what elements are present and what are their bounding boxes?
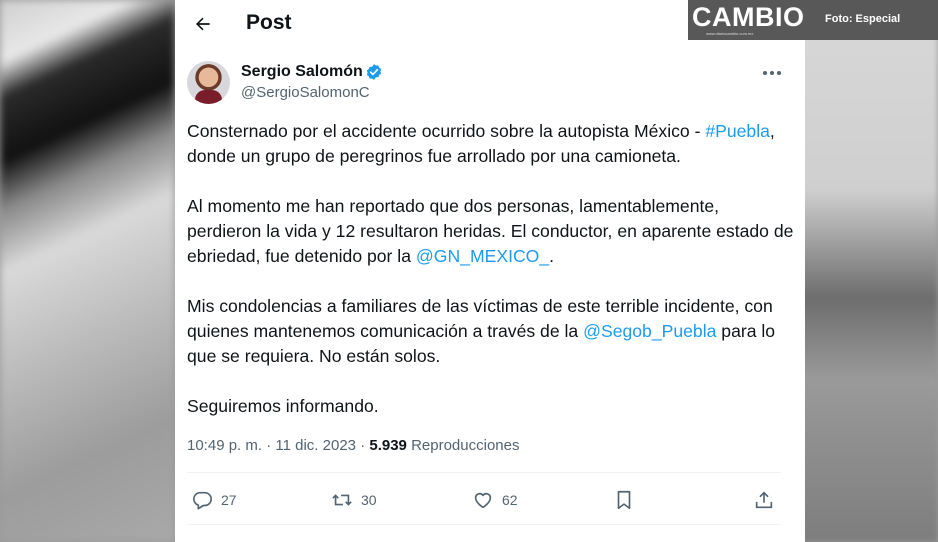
post-paragraph-4: Seguiremos informando.	[187, 396, 379, 416]
repost-icon	[332, 494, 352, 506]
post-paragraph-3: Mis condolencias a familiares de las víc…	[187, 296, 776, 366]
author-handle[interactable]: @SergioSalomonC	[241, 84, 370, 101]
post-card: Post Sergio Salomón @SergioSalomonC Cons…	[175, 0, 805, 542]
like-count: 62	[502, 492, 518, 508]
avatar[interactable]	[187, 61, 230, 104]
divider-bottom	[187, 524, 781, 525]
heart-icon	[474, 492, 492, 509]
reply-button[interactable]: 27	[191, 482, 237, 518]
repost-button[interactable]: 30	[331, 482, 377, 518]
post-text: Consternado por el accidente ocurrido so…	[187, 119, 797, 419]
action-bar: 27 30 62	[175, 482, 805, 518]
mention-gn-mexico[interactable]: @GN_MEXICO_	[416, 246, 549, 266]
post-paragraph-2: Al momento me han reportado que dos pers…	[187, 196, 794, 266]
photo-credit: Foto: Especial	[825, 13, 901, 25]
post-time[interactable]: 10:49 p. m.	[187, 437, 262, 454]
verified-badge-icon	[366, 64, 382, 80]
watermark-overlay: CAMBIO www.diariocambio.com.mx Foto: Esp…	[688, 0, 938, 40]
arrow-left-icon	[196, 17, 210, 31]
post-meta: 10:49 p. m. · 11 dic. 2023 · 5.939 Repro…	[187, 437, 520, 454]
cambio-logo: CAMBIO	[692, 2, 805, 32]
page-title: Post	[246, 11, 292, 34]
like-button[interactable]: 62	[472, 482, 518, 518]
blurred-background-right	[798, 0, 938, 542]
divider-top	[187, 472, 781, 473]
reply-count: 27	[221, 492, 237, 508]
blurred-background-left	[0, 0, 175, 542]
repost-count: 30	[361, 492, 377, 508]
post-paragraph-1: Consternado por el accidente ocurrido so…	[187, 121, 775, 166]
hashtag-puebla[interactable]: #Puebla	[705, 121, 770, 141]
bookmark-button[interactable]	[613, 482, 635, 518]
bookmark-icon	[617, 490, 631, 510]
back-button[interactable]	[189, 10, 217, 38]
cambio-logo-url: www.diariocambio.com.mx	[706, 31, 754, 36]
comment-icon	[193, 491, 212, 510]
more-options-button[interactable]	[761, 64, 783, 82]
views-label: Reproducciones	[411, 437, 520, 454]
author-name[interactable]: Sergio Salomón	[241, 63, 363, 81]
share-icon	[755, 491, 773, 509]
post-date[interactable]: 11 dic. 2023	[275, 437, 356, 454]
more-dots-icon	[763, 71, 767, 75]
share-button[interactable]	[753, 482, 775, 518]
view-count: 5.939	[369, 437, 407, 454]
mention-segob-puebla[interactable]: @Segob_Puebla	[583, 321, 716, 341]
